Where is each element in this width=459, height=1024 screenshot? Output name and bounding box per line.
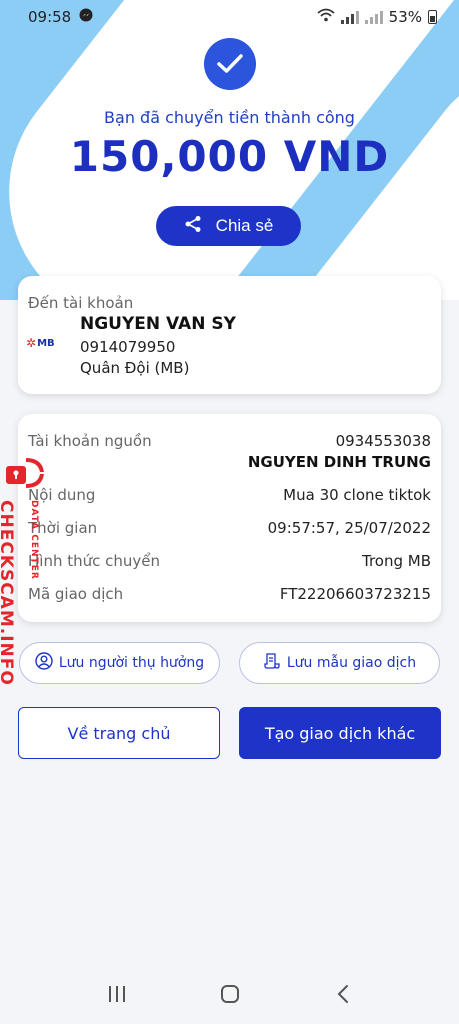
- destination-label: Đến tài khoản: [28, 294, 134, 312]
- method-row: Hình thức chuyển Trong MB: [28, 552, 431, 570]
- source-account-row: Tài khoản nguồn 0934553038: [28, 432, 431, 450]
- source-account-label: Tài khoản nguồn: [28, 432, 152, 450]
- lock-icon: [4, 458, 44, 488]
- save-template-label: Lưu mẫu giao dịch: [286, 655, 417, 671]
- recipient-bank: Quân Đội (MB): [80, 359, 190, 377]
- share-label: Chia sẻ: [215, 216, 274, 235]
- success-check-icon: [204, 38, 256, 90]
- star-icon: ✲: [26, 336, 37, 350]
- system-nav-bar: [0, 964, 459, 1024]
- share-icon: [184, 215, 202, 238]
- transfer-amount: 150,000 VND: [69, 132, 390, 181]
- wifi-icon: [317, 8, 335, 26]
- new-transaction-button[interactable]: Tạo giao dịch khác: [239, 707, 441, 759]
- transaction-details-card: Tài khoản nguồn 0934553038 NGUYEN DINH T…: [18, 414, 441, 622]
- time-value: 09:57:57, 25/07/2022: [267, 519, 431, 537]
- source-name-row: NGUYEN DINH TRUNG: [28, 453, 431, 471]
- watermark-subtext: DATA CENTER: [29, 500, 39, 580]
- status-time: 09:58: [28, 8, 72, 26]
- home-button[interactable]: Về trang chủ: [18, 707, 220, 759]
- status-bar: 09:58 53%: [0, 0, 459, 34]
- battery-icon: [428, 10, 437, 24]
- messenger-icon: [79, 8, 93, 26]
- transaction-id-value: FT22206603723215: [279, 585, 431, 603]
- source-account-name: NGUYEN DINH TRUNG: [247, 453, 431, 471]
- method-label: Hình thức chuyển: [28, 552, 161, 570]
- mb-bank-logo: ✲ MB: [26, 336, 55, 350]
- success-message: Bạn đã chuyển tiền thành công: [104, 108, 355, 127]
- save-recipient-button[interactable]: Lưu người thụ hưởng: [19, 642, 220, 684]
- save-recipient-label: Lưu người thụ hưởng: [58, 655, 205, 671]
- save-template-button[interactable]: Lưu mẫu giao dịch: [239, 642, 440, 684]
- watermark-text: CHECKSCAM.INFO: [0, 500, 16, 686]
- destination-card: Đến tài khoản ✲ MB NGUYEN VAN SY 0914079…: [18, 276, 441, 394]
- content-row: Nội dung Mua 30 clone tiktok: [28, 486, 431, 504]
- transaction-id-label: Mã giao dịch: [28, 585, 124, 603]
- home-nav-button[interactable]: [210, 974, 250, 1014]
- signal-icon: [340, 10, 359, 24]
- share-button[interactable]: Chia sẻ: [156, 206, 301, 246]
- content-value: Mua 30 clone tiktok: [283, 486, 431, 504]
- document-icon: [263, 652, 281, 674]
- signal-icon-2: [364, 10, 383, 24]
- bank-logo-text: MB: [37, 337, 55, 349]
- time-row: Thời gian 09:57:57, 25/07/2022: [28, 519, 431, 537]
- source-account-value: 0934553038: [335, 432, 431, 450]
- battery-percent: 53%: [388, 8, 422, 26]
- method-value: Trong MB: [361, 552, 431, 570]
- back-nav-button[interactable]: [323, 974, 363, 1014]
- recent-apps-button[interactable]: [97, 974, 137, 1014]
- recipient-name: NGUYEN VAN SY: [80, 314, 236, 334]
- recipient-account: 0914079950: [80, 338, 176, 356]
- user-circle-icon: [35, 652, 53, 674]
- transaction-id-row: Mã giao dịch FT22206603723215: [28, 585, 431, 603]
